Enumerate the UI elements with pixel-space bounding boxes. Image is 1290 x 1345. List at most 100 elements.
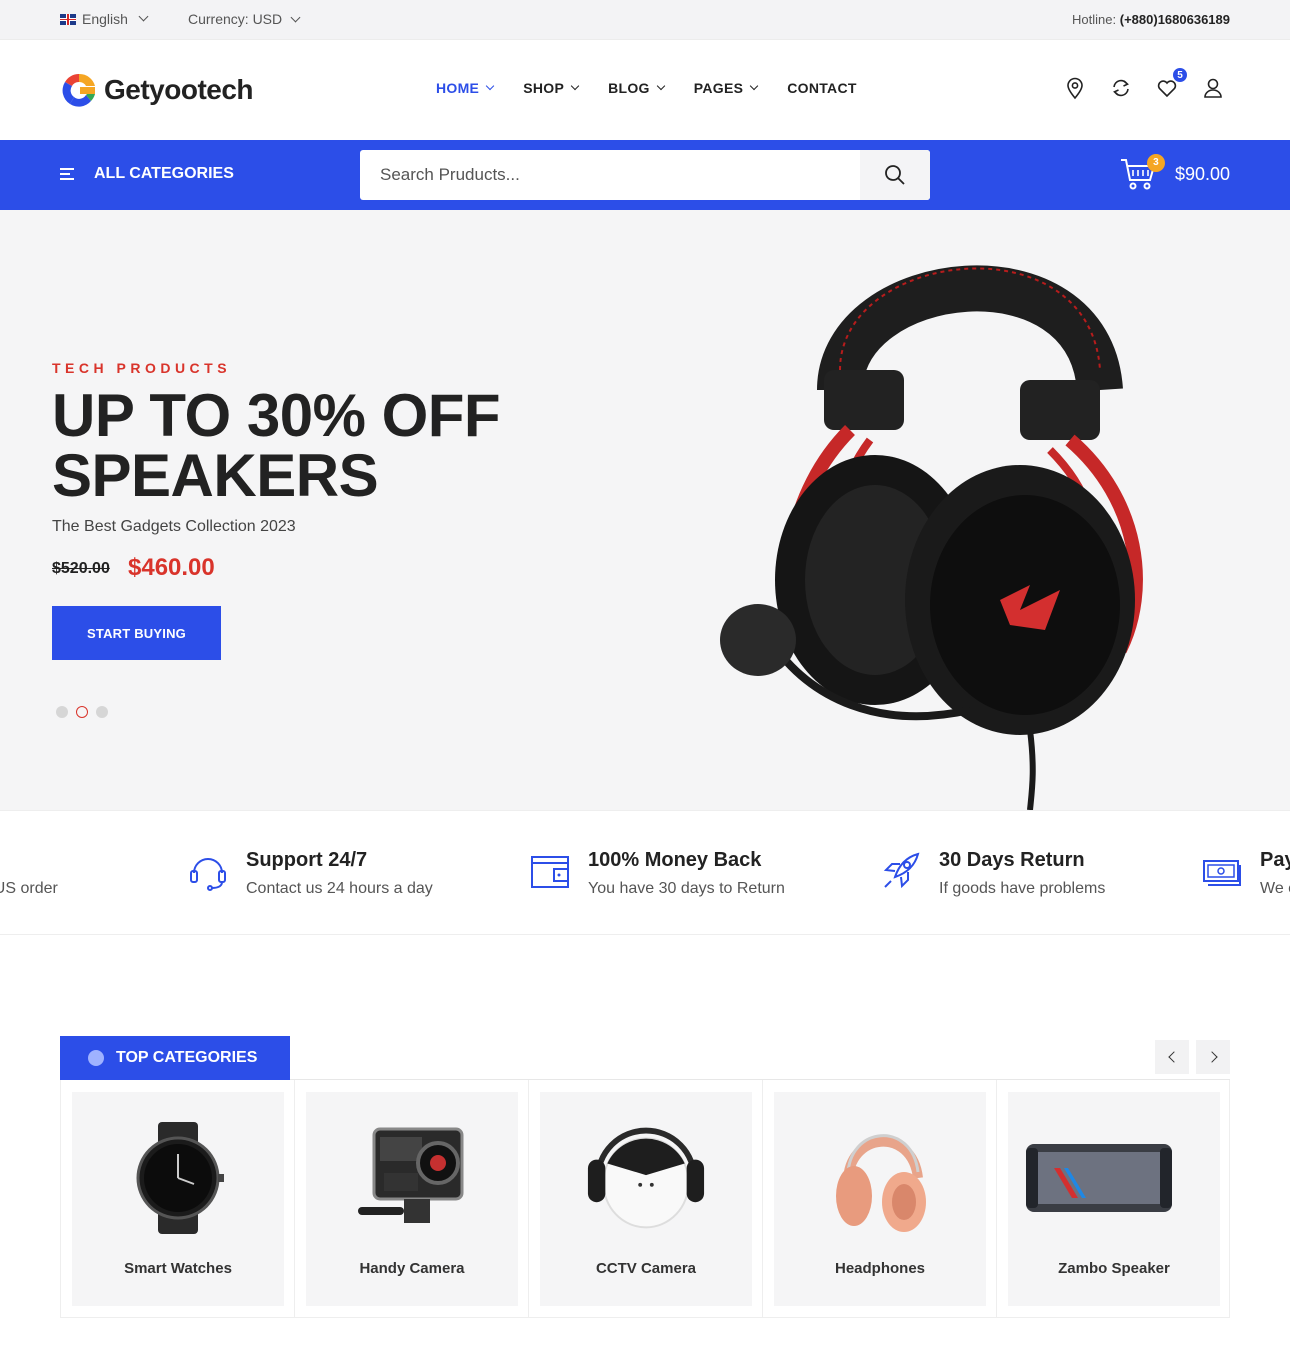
feature-money-back: 100% Money Back You have 30 days to Retu…: [530, 849, 785, 898]
wishlist-button[interactable]: 5: [1156, 67, 1188, 100]
headphones-icon: [836, 1134, 926, 1232]
hero-title-line1: UP TO 30% OFF: [52, 382, 501, 449]
top-bar: English Currency: USD Hotline: (+880)168…: [0, 0, 1290, 40]
feature-desc: If goods have problems: [939, 880, 1106, 897]
category-name: Zambo Speaker: [1058, 1260, 1170, 1277]
feature-title: ng: [0, 849, 58, 872]
user-icon[interactable]: [1202, 76, 1224, 100]
feature-title: Support 24/7: [246, 849, 368, 871]
watch-icon: [136, 1122, 224, 1234]
search-button[interactable]: [860, 150, 930, 200]
header-icons: 5: [1064, 67, 1224, 100]
currency-label: Currency: USD: [188, 11, 283, 27]
category-card[interactable]: Zambo Speaker: [1008, 1092, 1220, 1306]
logo-text: Getyootech: [104, 74, 254, 105]
site-logo[interactable]: Getyootech: [60, 71, 254, 109]
category-item[interactable]: Smart Watches: [61, 1080, 295, 1317]
features-strip: ng n all US order Support 24/7 Contact u…: [0, 810, 1290, 935]
feature-payment: Pay We e: [1202, 849, 1290, 898]
headset-product-image: [720, 265, 1143, 810]
chevron-down-icon: [485, 81, 495, 91]
cart-count-badge: 3: [1146, 154, 1165, 172]
nav-pages[interactable]: PAGES: [693, 80, 759, 96]
rocket-icon: [883, 852, 920, 889]
main-header: Getyootech HOME SHOP BLOG PAGES CONTACT: [0, 40, 1290, 140]
chevron-down-icon: [138, 11, 149, 21]
chevron-down-icon: [749, 81, 759, 91]
location-icon[interactable]: [1064, 76, 1086, 100]
start-buying-button[interactable]: START BUYING: [52, 606, 221, 660]
nav-home[interactable]: HOME: [436, 80, 495, 96]
feature-shipping: ng n all US order: [0, 849, 58, 898]
slide-dot-3[interactable]: [96, 706, 108, 718]
category-card[interactable]: Handy Camera: [306, 1092, 518, 1306]
all-categories-label: ALL CATEGORIES: [94, 165, 234, 182]
nav-blog-label: BLOG: [608, 80, 650, 96]
slider-dots: [56, 706, 108, 718]
category-name: Smart Watches: [124, 1260, 232, 1277]
feature-desc: We e: [1260, 880, 1290, 897]
feature-title: 30 Days Return: [939, 849, 1085, 871]
nav-shop[interactable]: SHOP: [523, 80, 580, 96]
nav-contact[interactable]: CONTACT: [787, 80, 857, 96]
feature-support: Support 24/7 Contact us 24 hours a day: [188, 849, 433, 898]
feature-desc: Contact us 24 hours a day: [246, 880, 433, 897]
top-categories-tab: TOP CATEGORIES: [60, 1036, 290, 1080]
feature-return: 30 Days Return If goods have problems: [881, 849, 1105, 898]
language-selector[interactable]: English: [60, 11, 149, 27]
fire-icon: [88, 1050, 104, 1066]
cart-button[interactable]: 3 $90.00: [1119, 154, 1230, 194]
payment-icon: [1203, 860, 1241, 886]
logo-g-icon: [62, 73, 95, 107]
chevron-down-icon: [570, 81, 580, 91]
category-card[interactable]: Smart Watches: [72, 1092, 284, 1306]
all-categories-button[interactable]: ALL CATEGORIES: [60, 165, 234, 183]
new-price: $460.00: [128, 554, 215, 581]
compare-icon[interactable]: [1110, 76, 1132, 100]
hero-slider: TECH PRODUCTS UP TO 30% OFF SPEAKERS The…: [0, 210, 1290, 810]
search-input[interactable]: [360, 150, 860, 200]
next-arrow-button[interactable]: [1196, 1040, 1230, 1074]
uk-flag-icon: [60, 13, 76, 25]
category-item[interactable]: Handy Camera: [295, 1080, 529, 1317]
category-search-bar: ALL CATEGORIES 3 $90.00: [0, 140, 1290, 210]
search-icon: [885, 165, 905, 185]
slide-dot-1[interactable]: [56, 706, 68, 718]
category-item[interactable]: Headphones: [763, 1080, 997, 1317]
category-item[interactable]: Zambo Speaker: [997, 1080, 1231, 1317]
chevron-right-icon: [1205, 1051, 1218, 1063]
search-box: [360, 150, 930, 200]
prev-arrow-button[interactable]: [1155, 1040, 1189, 1074]
currency-selector[interactable]: Currency: USD: [188, 11, 301, 27]
top-categories-label: TOP CATEGORIES: [116, 1049, 258, 1066]
speaker-icon: [1026, 1144, 1172, 1212]
feature-title: Pay: [1260, 849, 1290, 871]
camera-icon: [358, 1127, 464, 1223]
nav-shop-label: SHOP: [523, 80, 565, 96]
chevron-down-icon: [290, 12, 301, 23]
main-nav: HOME SHOP BLOG PAGES CONTACT: [436, 80, 887, 96]
nav-home-label: HOME: [436, 80, 480, 96]
slide-dot-2[interactable]: [76, 706, 88, 718]
wallet-icon: [531, 856, 569, 888]
hero-subtitle: The Best Gadgets Collection 2023: [52, 518, 296, 535]
hero-title: UP TO 30% OFF SPEAKERS: [52, 382, 501, 509]
chevron-down-icon: [656, 81, 665, 91]
hotline: Hotline: (+880)1680636189: [1072, 12, 1230, 27]
nav-pages-label: PAGES: [693, 80, 744, 96]
nav-blog[interactable]: BLOG: [608, 80, 665, 96]
hotline-number[interactable]: (+880)1680636189: [1120, 12, 1230, 27]
feature-title: 100% Money Back: [588, 849, 762, 871]
feature-desc: n all US order: [0, 880, 58, 897]
hero-title-line2: SPEAKERS: [52, 442, 379, 509]
feature-desc: You have 30 days to Return: [588, 880, 785, 897]
old-price: $520.00: [52, 560, 110, 577]
category-item[interactable]: CCTV Camera: [529, 1080, 763, 1317]
category-name: CCTV Camera: [595, 1260, 697, 1277]
cart-total: $90.00: [1174, 163, 1230, 184]
category-card[interactable]: Headphones: [774, 1092, 986, 1306]
hotline-label: Hotline:: [1072, 12, 1117, 27]
menu-icon: [60, 167, 76, 181]
category-card[interactable]: CCTV Camera: [540, 1092, 752, 1306]
category-name: Headphones: [834, 1260, 925, 1277]
